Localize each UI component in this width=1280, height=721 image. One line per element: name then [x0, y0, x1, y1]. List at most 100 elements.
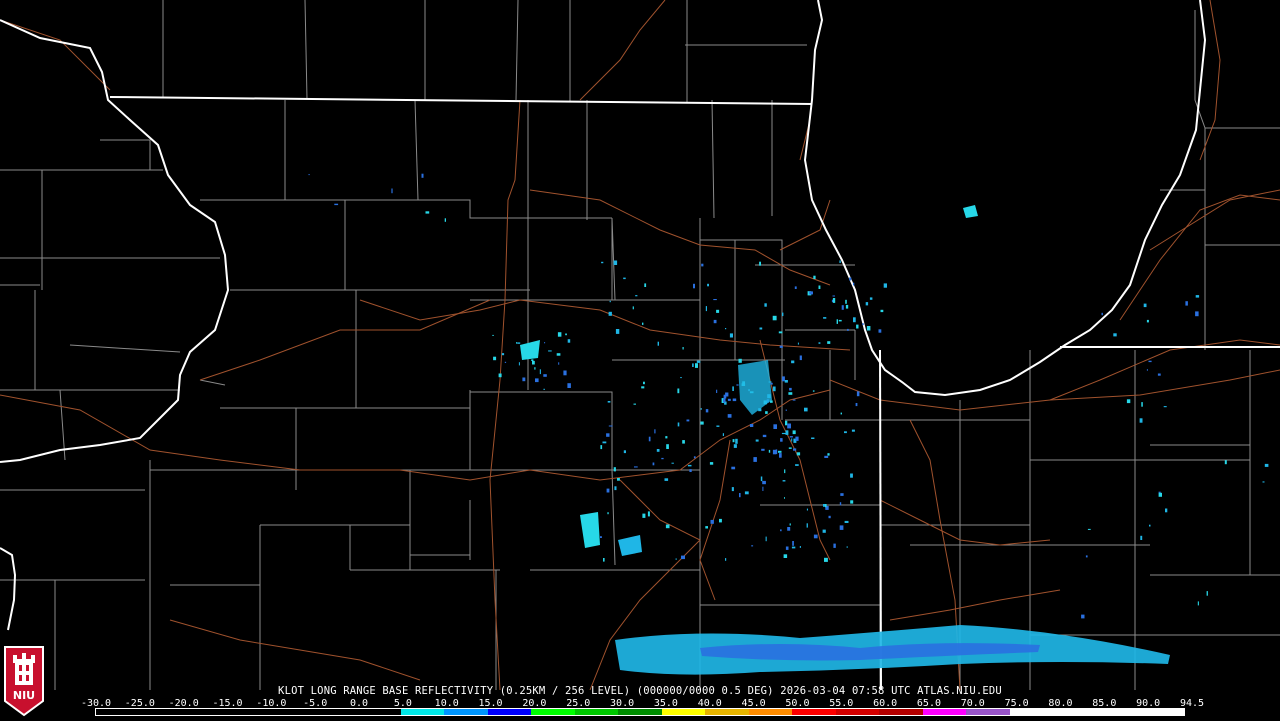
echo-speckle — [1149, 525, 1151, 527]
colorbar-segment — [966, 709, 1010, 715]
echo-speckle — [789, 388, 792, 391]
colorbar-segment — [227, 709, 271, 715]
colorbar-tick-label: -20.0 — [169, 698, 199, 709]
colorbar-tick-label: -5.0 — [303, 698, 327, 709]
echo-speckle — [800, 356, 802, 361]
echo-speckle — [633, 306, 634, 309]
echo-speckle — [706, 306, 707, 311]
echo-speckle — [1113, 333, 1116, 336]
echo-speckle — [1265, 464, 1269, 467]
echo-speckle — [779, 331, 783, 333]
echo-speckle — [833, 544, 835, 548]
echo-speckle — [1147, 369, 1148, 371]
colorbar-segment — [836, 709, 880, 715]
echo-speckle — [616, 329, 619, 334]
echo-speckle — [823, 317, 826, 319]
colorbar-segment — [140, 709, 184, 715]
echo-speckle — [849, 278, 851, 281]
echo-speckle — [840, 525, 844, 530]
echo-speckle — [1102, 313, 1103, 315]
echo-speckle — [609, 312, 612, 316]
colorbar-segment — [618, 709, 662, 715]
echo-speckle — [795, 437, 798, 441]
colorbar-segment — [357, 709, 401, 715]
echo-speckle — [543, 389, 545, 390]
echo-speckle — [1088, 529, 1091, 530]
colorbar-tick-label: 85.0 — [1092, 698, 1116, 709]
echo-speckle — [635, 295, 637, 296]
colorbar-tick-label: 20.0 — [522, 698, 546, 709]
echo-speckle — [773, 316, 777, 321]
colorbar-segment — [1053, 709, 1097, 715]
echo-speckle — [773, 424, 777, 429]
echo-speckle — [827, 341, 830, 344]
echo-speckle — [661, 458, 663, 459]
colorbar-tick-label: 15.0 — [479, 698, 503, 709]
echo-speckle — [731, 467, 735, 470]
echo-speckle — [445, 218, 446, 222]
echo-speckle — [791, 438, 792, 441]
echo-speckle — [850, 474, 853, 478]
colorbar-segment — [488, 709, 532, 715]
echo-speckle — [603, 442, 607, 444]
echo-speckle — [654, 429, 655, 433]
echo-speckle — [723, 433, 724, 436]
echo-speckle — [724, 395, 727, 399]
colorbar-segment — [749, 709, 793, 715]
colorbar-segment — [1010, 709, 1054, 715]
echo-speckle — [736, 384, 738, 385]
echo-speckle — [692, 363, 694, 367]
echo-speckle — [705, 526, 708, 528]
echo-speckle — [732, 386, 734, 391]
echo-speckle — [693, 284, 695, 289]
echo-speckle — [493, 357, 496, 361]
colorbar-tick-label: 55.0 — [829, 698, 853, 709]
echo-speckle — [823, 530, 826, 533]
echo-speckle — [790, 523, 791, 525]
echo-speckle — [666, 525, 670, 529]
echo-speckle — [824, 456, 828, 458]
echo-speckle — [782, 376, 785, 381]
echo-speckle — [623, 278, 626, 280]
echo-speckle — [827, 453, 829, 455]
echo-speckle — [728, 414, 732, 418]
echo-speckle — [517, 342, 520, 343]
echo-speckle — [770, 383, 772, 385]
echo-speckle — [642, 514, 645, 518]
echo-speckle — [800, 546, 801, 548]
colorbar-tick-label: 94.5 — [1180, 698, 1204, 709]
echo-speckle — [761, 449, 764, 451]
echo-speckle — [1263, 481, 1265, 482]
echo-speckle — [776, 449, 778, 454]
echo-speckle — [607, 512, 608, 514]
echo-speckle — [779, 453, 782, 458]
echo-speckle — [791, 361, 794, 364]
echo-speckle — [852, 430, 855, 432]
echo-speckle — [760, 328, 763, 330]
echo-speckle — [716, 390, 717, 393]
echo-speckle — [695, 363, 698, 368]
echo-speckle — [751, 545, 753, 546]
echo-speckle — [787, 424, 791, 429]
echo-speckle — [1147, 320, 1149, 323]
echo-speckle — [793, 448, 796, 450]
colorbar-segment — [183, 709, 227, 715]
echo-speckle — [792, 541, 794, 546]
echo-speckle — [644, 283, 646, 287]
reflectivity-colorbar — [96, 709, 1184, 715]
echo-speckle — [1164, 406, 1167, 407]
echo-speckle — [522, 378, 525, 382]
echo-speckle — [614, 467, 616, 471]
echo-speckle — [778, 451, 782, 453]
echo-speckle — [795, 286, 797, 289]
echo-speckle — [608, 401, 611, 403]
echo-speckle — [1225, 460, 1227, 464]
echo-speckle — [643, 382, 645, 385]
echo-speckle — [756, 440, 759, 442]
echo-speckle — [680, 377, 682, 378]
echo-speckle — [780, 529, 782, 531]
echo-speckle — [783, 480, 786, 481]
echo-speckle — [845, 300, 847, 304]
colorbar-segment — [1097, 709, 1141, 715]
echo-speckle — [1086, 555, 1088, 557]
